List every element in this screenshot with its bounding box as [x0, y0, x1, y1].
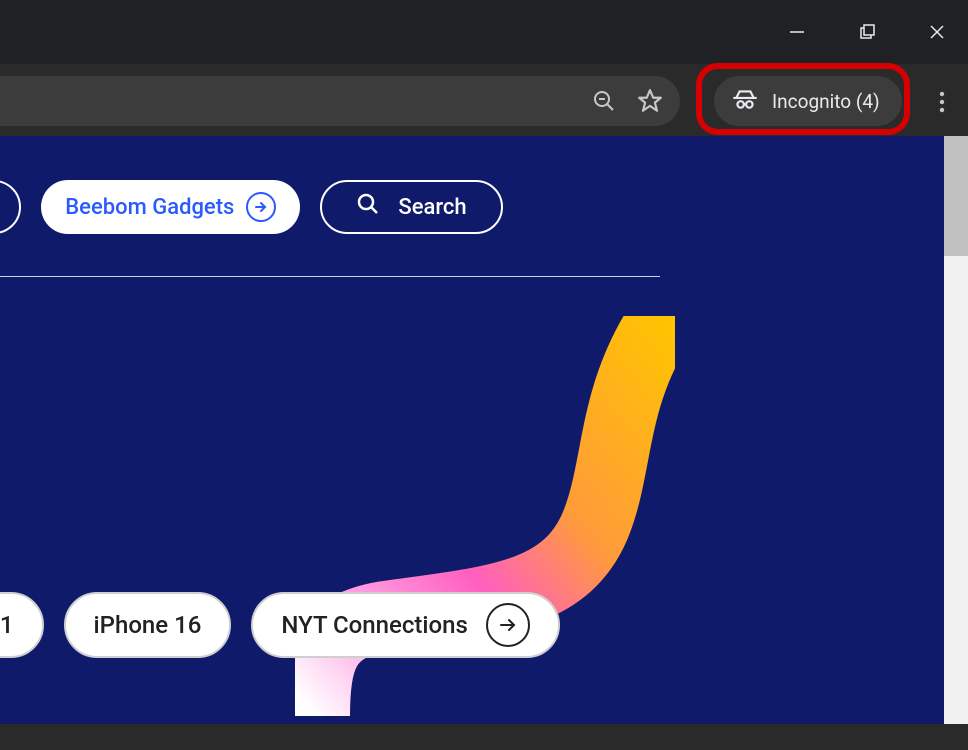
chip-iphone16[interactable]: iPhone 16 [64, 592, 232, 658]
browser-menu-button[interactable] [928, 88, 956, 116]
bookmark-star-icon[interactable] [636, 87, 664, 115]
scrollbar-thumb[interactable] [944, 136, 968, 256]
minimize-button[interactable] [774, 9, 820, 55]
incognito-indicator[interactable]: Incognito (4) [714, 76, 902, 126]
zoom-out-icon[interactable] [590, 87, 618, 115]
chip-label: iPhone 16 [94, 611, 202, 639]
chip-label: NYT Connections [281, 611, 467, 639]
chip-label: craft 1.21 [0, 611, 14, 639]
chip-nyt-connections[interactable]: NYT Connections [251, 592, 559, 658]
page-content: nment ▾ Beebom Gadgets Search rs [0, 136, 944, 724]
omnibox[interactable] [0, 76, 680, 126]
nav-search[interactable]: Search [320, 180, 502, 234]
trending-chips: craft 1.21 iPhone 16 NYT Connections [0, 592, 560, 658]
vertical-scrollbar[interactable] [944, 136, 968, 724]
window-titlebar [0, 0, 968, 64]
chip-minecraft[interactable]: craft 1.21 [0, 592, 44, 658]
nav-gadgets-label: Beebom Gadgets [65, 195, 234, 220]
nav-gadgets[interactable]: Beebom Gadgets [41, 180, 300, 234]
search-icon [356, 192, 380, 222]
incognito-icon [732, 86, 758, 117]
arrow-right-icon [246, 192, 276, 222]
arrow-right-icon [486, 603, 530, 647]
maximize-button[interactable] [844, 9, 890, 55]
site-nav: nment ▾ Beebom Gadgets Search [0, 180, 503, 234]
nav-search-label: Search [398, 195, 466, 220]
nav-divider [0, 276, 660, 277]
close-button[interactable] [914, 9, 960, 55]
browser-toolbar: Incognito (4) [0, 64, 968, 136]
nav-entertainment[interactable]: nment ▾ [0, 180, 21, 234]
incognito-label: Incognito (4) [772, 90, 880, 113]
window-border-bottom [0, 724, 968, 750]
